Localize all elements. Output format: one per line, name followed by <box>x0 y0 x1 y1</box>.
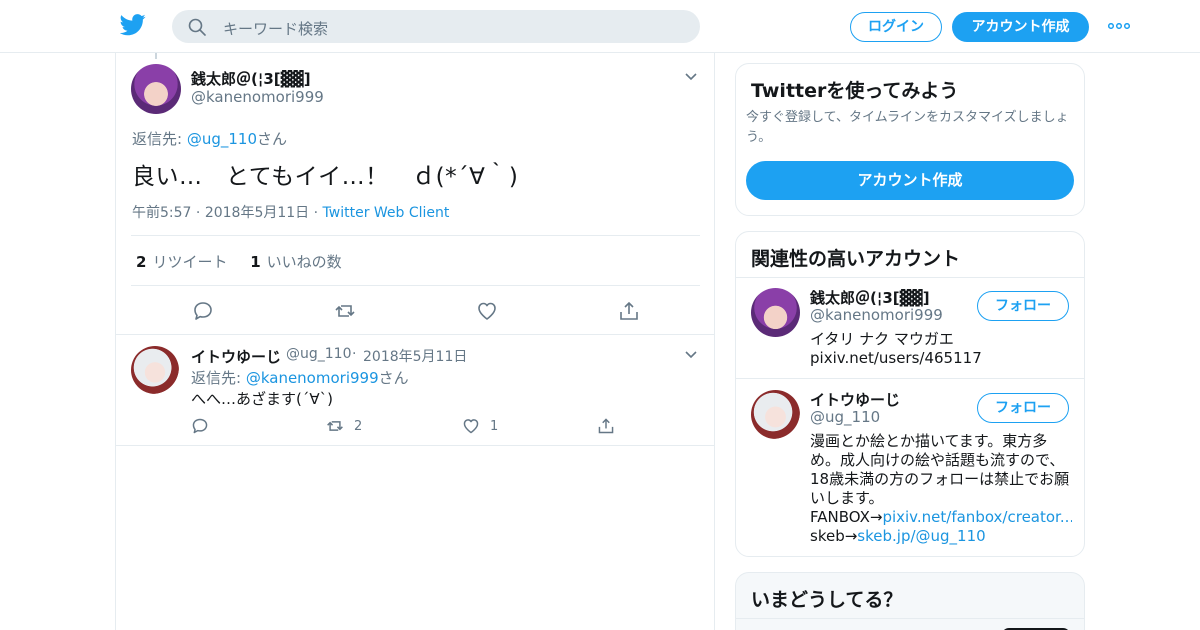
chevron-down-icon[interactable] <box>685 73 697 81</box>
chevron-down-icon[interactable] <box>685 351 697 359</box>
like-stat[interactable]: 1 いいねの数 <box>250 253 341 271</box>
divider <box>131 235 700 236</box>
reply-to-link[interactable]: @ug_110 <box>187 130 257 148</box>
retweet-icon[interactable] <box>334 300 356 322</box>
top-nav: キーワード検索 ログイン アカウント作成 <box>0 0 1200 53</box>
tweet-date[interactable]: 2018年5月11日 <box>205 205 309 221</box>
twitter-bird-icon[interactable] <box>120 14 146 36</box>
tweet-source[interactable]: Twitter Web Client <box>323 205 450 221</box>
divider <box>116 334 714 335</box>
divider <box>736 277 1084 278</box>
account-name[interactable]: 銭太郎＠(¦3[▓▓] <box>810 287 930 308</box>
account-link[interactable]: pixiv.net/users/465117 <box>810 349 982 368</box>
reply-text: へへ…あざます(´∀`) <box>191 390 333 408</box>
account-handle[interactable]: @ug_110 <box>810 408 880 426</box>
tweet-stats: 2 リツイート 1 いいねの数 <box>136 251 342 272</box>
more-icon[interactable] <box>1108 23 1130 29</box>
fanbox-prefix: FANBOX→ <box>810 508 883 526</box>
like-label: いいねの数 <box>266 253 342 271</box>
search-icon <box>188 18 206 36</box>
dot-separator: · <box>195 205 205 221</box>
fanbox-link[interactable]: pixiv.net/fanbox/creator... <box>882 508 1072 526</box>
avatar[interactable] <box>751 288 800 337</box>
trends-title: いまどうしてる？ <box>751 589 903 611</box>
account-bio: 漫画とか絵とか描いてます。東方多め。成人向けの絵や話題も流すので、18歳未満の方… <box>810 432 1070 507</box>
reply-icon[interactable] <box>191 417 209 435</box>
like-count: 1 <box>250 253 261 271</box>
reply-prefix: 返信先: <box>191 369 246 387</box>
reply-to-link[interactable]: @kanenomori999 <box>246 369 379 387</box>
trends-card: いまどうしてる？ <box>735 572 1085 630</box>
skeb-link[interactable]: skeb.jp/@ug_110 <box>857 527 985 545</box>
dot-separator: · <box>352 346 357 362</box>
skeb-prefix: skeb→ <box>810 527 858 545</box>
retweet-count: 2 <box>354 419 363 434</box>
divider <box>736 618 1084 619</box>
reply-to: 返信先: @ug_110さん <box>132 128 287 149</box>
reply-suffix: さん <box>257 130 288 148</box>
retweet-label: リツイート <box>152 253 228 271</box>
reply-to: 返信先: @kanenomori999さん <box>191 367 409 388</box>
tweet-time[interactable]: 午前5:57 <box>132 205 191 221</box>
follow-button[interactable]: フォロー <box>977 291 1069 321</box>
retweet-stat[interactable]: 2 リツイート <box>136 253 227 271</box>
divider <box>736 378 1084 379</box>
reply-icon[interactable] <box>192 300 214 322</box>
fanbox-line: FANBOX→pixiv.net/fanbox/creator... <box>810 508 1072 527</box>
reply-author-name[interactable]: イトウゆーじ <box>191 346 281 367</box>
tweet-author-name[interactable]: 銭太郎＠(¦3[▓▓] <box>191 68 311 89</box>
reply-date[interactable]: 2018年5月11日 <box>363 346 467 366</box>
like-count: 1 <box>490 419 499 434</box>
signup-description: 今すぐ登録して、タイムラインをカスタマイズしましょう。 <box>746 110 1069 145</box>
reply-suffix: さん <box>378 369 409 387</box>
signup-card: Twitterを使ってみよう 今すぐ登録して、タイムラインをカスタマイズしましょ… <box>735 63 1085 216</box>
divider <box>131 285 700 286</box>
heart-icon[interactable] <box>462 417 480 435</box>
account-bio: イタリ ナク マウガエ <box>810 330 954 348</box>
share-icon[interactable] <box>618 300 640 322</box>
signup-button[interactable]: アカウント作成 <box>952 12 1089 42</box>
skeb-line: skeb→skeb.jp/@ug_110 <box>810 527 986 546</box>
related-title: 関連性の高いアカウント <box>751 248 961 270</box>
create-account-button[interactable]: アカウント作成 <box>746 161 1074 200</box>
tweet-meta: 午前5:57 · 2018年5月11日 · Twitter Web Client <box>132 202 449 222</box>
tweet-text: 良い… とてもイイ…！ ｄ(*´∀｀) <box>132 164 519 190</box>
heart-icon[interactable] <box>476 300 498 322</box>
dot-separator: · <box>313 205 323 221</box>
share-icon[interactable] <box>597 417 615 435</box>
tweet-author-handle[interactable]: @kanenomori999 <box>191 88 324 106</box>
retweet-count: 2 <box>136 253 147 271</box>
avatar[interactable] <box>131 346 179 394</box>
account-handle[interactable]: @kanenomori999 <box>810 306 943 324</box>
signup-title: Twitterを使ってみよう <box>751 80 959 102</box>
divider <box>116 445 714 446</box>
login-button[interactable]: ログイン <box>850 12 942 42</box>
timeline-column: 銭太郎＠(¦3[▓▓] @kanenomori999 返信先: @ug_110さ… <box>115 53 715 630</box>
search-placeholder: キーワード検索 <box>223 20 329 38</box>
related-accounts-card: 関連性の高いアカウント 銭太郎＠(¦3[▓▓] @kanenomori999 フ… <box>735 231 1085 557</box>
reply-author-handle[interactable]: @ug_110 <box>286 346 351 362</box>
thread-line <box>155 53 157 59</box>
avatar[interactable] <box>751 390 800 439</box>
follow-button[interactable]: フォロー <box>977 393 1069 423</box>
avatar[interactable] <box>131 64 181 114</box>
retweet-icon[interactable] <box>326 417 344 435</box>
account-name[interactable]: イトウゆーじ <box>810 389 900 410</box>
search-input[interactable]: キーワード検索 <box>172 10 700 43</box>
reply-prefix: 返信先: <box>132 130 187 148</box>
